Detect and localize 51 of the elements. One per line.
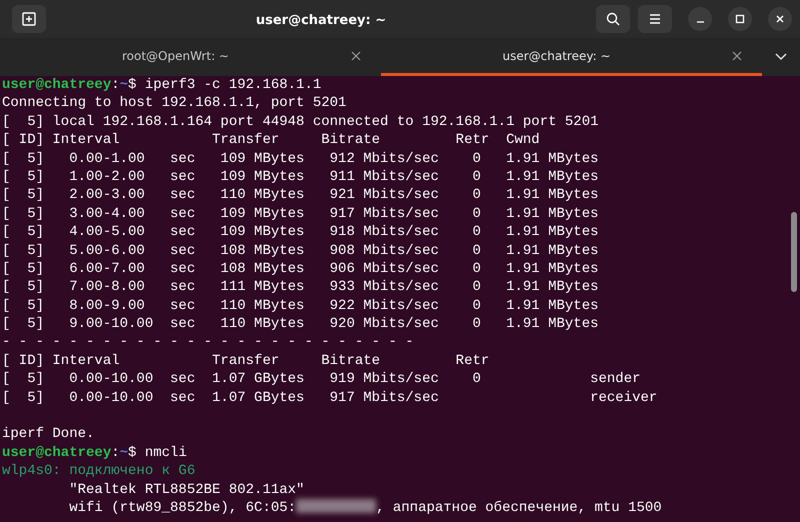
terminal-output-line: [ 5] 6.00-7.00 sec 108 MBytes 906 Mbits/sec 0 1.91 MBytes <box>2 260 598 277</box>
menu-icon <box>648 13 662 25</box>
terminal-output-line: [ 5] 8.00-9.00 sec 110 MBytes 922 Mbits/sec 0 1.91 MBytes <box>2 298 598 314</box>
prompt-user-host: user@chatreey <box>2 77 112 93</box>
menu-button[interactable] <box>638 5 672 33</box>
prompt-path: ~ <box>120 77 128 93</box>
terminal-output-line: - - - - - - - - - - - - - - - - - - - - - - - - - <box>2 334 414 350</box>
terminal-output-line: [ 5] 1.00-2.00 sec 109 MBytes 911 Mbits/sec 0 1.91 MBytes <box>2 168 598 185</box>
prompt-path: ~ <box>120 444 128 461</box>
scrollbar-thumb[interactable] <box>791 212 797 292</box>
terminal-output-line: [ 5] 7.00-8.00 sec 111 MBytes 933 Mbits/sec 0 1.91 MBytes <box>2 279 598 296</box>
connection-status-line: wlp4s0: подключено к G6 <box>2 463 196 480</box>
terminal-output-line: [ 5] 4.00-5.00 sec 109 MBytes 918 Mbits/sec 0 1.91 MBytes <box>2 224 598 240</box>
close-icon <box>775 14 785 24</box>
terminal-tab[interactable]: root@OpenWrt: ~ <box>0 38 381 76</box>
terminal-output-line: [ 5] 2.00-3.00 sec 110 MBytes 921 Mbits/sec 0 1.91 MBytes <box>2 187 598 204</box>
new-tab-icon <box>21 11 37 27</box>
terminal-output-line: [ 5] 0.00-10.00 sec 1.07 GBytes 917 Mbits/sec receiver <box>2 390 658 406</box>
terminal-output-line: "Realtek RTL8852BE 802.11ax" <box>68 482 304 498</box>
prompt-colon: : <box>111 444 120 461</box>
terminal-output-line: , аппаратное обеспечение, mtu 1500 <box>376 500 662 516</box>
prompt-command: $ nmcli <box>128 444 187 461</box>
terminal-output-line: [ 5] 0.00-1.00 sec 109 MBytes 912 Mbits/sec 0 1.91 MBytes <box>2 150 598 167</box>
terminal-output-line: Connecting to host 192.168.1.1, port 5201 <box>2 95 346 112</box>
close-button[interactable] <box>768 7 792 31</box>
terminal-output-line: [ ID] Interval Transfer Bitrate Retr Cwnd <box>2 132 540 148</box>
window-title: user@chatreey: ~ <box>256 13 386 28</box>
maximize-button[interactable] <box>728 7 752 31</box>
chevron-down-icon[interactable] <box>775 53 787 61</box>
terminal-output-line: [ 5] 0.00-10.00 sec 1.07 GBytes 919 Mbits/sec 0 sender <box>2 371 641 388</box>
tab-close-icon[interactable] <box>351 50 361 60</box>
minimize-icon <box>696 21 704 23</box>
terminal-output-line: wifi (rtw89_8852be), 6C:05: <box>68 500 296 516</box>
maximize-icon <box>735 14 745 24</box>
terminal-output-line: [ 5] local 192.168.1.164 port 44948 connected to 192.168.1.1 port 5201 <box>2 114 598 130</box>
terminal-output-line: [ 5] 9.00-10.00 sec 110 MBytes 920 Mbits/sec 0 1.91 MBytes <box>2 316 598 332</box>
prompt-command: $ iperf3 -c 192.168.1.1 <box>128 77 322 93</box>
tab-close-icon[interactable] <box>732 50 742 60</box>
new-tab-button[interactable] <box>12 5 46 33</box>
terminal-output-line: [ 5] 3.00-4.00 sec 109 MBytes 917 Mbits/sec 0 1.91 MBytes <box>2 206 598 222</box>
terminal-output-line: [ 5] 5.00-6.00 sec 108 MBytes 908 Mbits/sec 0 1.91 MBytes <box>2 242 598 259</box>
minimize-button[interactable] <box>688 7 712 31</box>
terminal-output-line: [ ID] Interval Transfer Bitrate Retr <box>2 352 490 369</box>
tab-label: root@OpenWrt: ~ <box>121 48 230 64</box>
terminal-output-line: iperf Done. <box>2 426 94 442</box>
tab-label: user@chatreey: ~ <box>501 48 612 64</box>
search-button[interactable] <box>596 5 630 33</box>
prompt-colon: : <box>111 77 120 93</box>
search-icon <box>605 11 621 27</box>
prompt-user-host: user@chatreey <box>2 444 112 461</box>
terminal-tab[interactable]: user@chatreey: ~ <box>381 38 762 76</box>
